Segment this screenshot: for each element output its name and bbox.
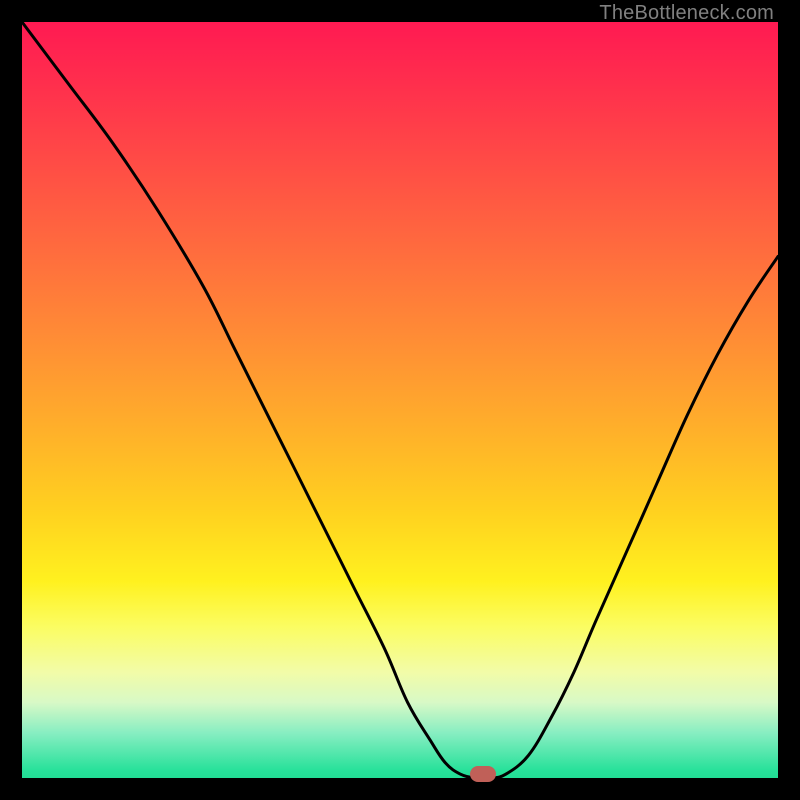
chart-frame: TheBottleneck.com xyxy=(0,0,800,800)
bottleneck-curve xyxy=(22,22,778,778)
minimum-marker xyxy=(470,766,496,782)
plot-area xyxy=(22,22,778,778)
